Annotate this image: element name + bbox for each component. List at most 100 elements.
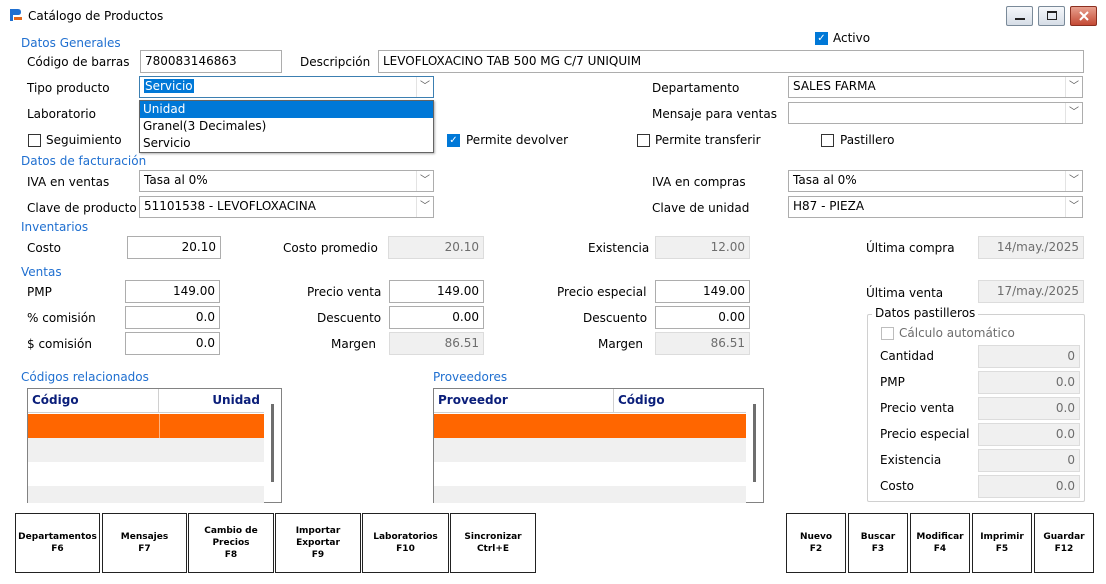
active-checkbox[interactable]: ✓	[815, 32, 828, 45]
button-shortcut: F12	[1054, 544, 1074, 554]
margin1-field: 86.51	[389, 332, 484, 355]
section-sales: Ventas	[21, 265, 62, 279]
column-header-unidad[interactable]: Unidad	[159, 389, 264, 413]
price-change-button[interactable]: Cambio de Precios F8	[188, 513, 274, 573]
product-key-select[interactable]: 51101538 - LEVOFLOXACINA ﹀	[139, 196, 434, 218]
commission-pct-input[interactable]: 0.0	[125, 306, 220, 329]
chevron-down-icon[interactable]: ﹀	[1065, 103, 1082, 123]
print-button[interactable]: Imprimir F5	[972, 513, 1032, 573]
table-row[interactable]	[434, 486, 746, 503]
pmp-label: PMP	[27, 285, 52, 299]
pill-special-price-field: 0.0	[978, 423, 1080, 446]
product-key-label: Clave de producto	[27, 201, 137, 215]
chevron-down-icon[interactable]: ﹀	[1065, 197, 1082, 217]
minimize-button[interactable]	[1006, 6, 1033, 26]
column-header-proveedor[interactable]: Proveedor	[434, 389, 614, 413]
option-servicio[interactable]: Servicio	[140, 135, 433, 152]
maximize-button[interactable]	[1038, 6, 1065, 26]
allow-transfer-checkbox[interactable]	[637, 134, 650, 147]
special-price-input[interactable]: 149.00	[655, 280, 750, 303]
button-label: Sincronizar	[464, 532, 522, 542]
section-suppliers: Proveedores	[433, 370, 508, 384]
sales-message-label: Mensaje para ventas	[652, 107, 777, 121]
discount1-input[interactable]: 0.00	[389, 306, 484, 329]
button-shortcut: F7	[138, 544, 151, 554]
commission-pct-label: % comisión	[27, 311, 96, 325]
button-shortcut: F9	[311, 550, 325, 560]
button-label: Departamentos	[18, 532, 97, 542]
product-type-dropdown[interactable]: Unidad Granel(3 Decimales) Servicio	[139, 100, 434, 153]
last-purchase-label: Última compra	[866, 241, 955, 255]
margin2-label: Margen	[598, 337, 644, 351]
sync-button[interactable]: Sincronizar Ctrl+E	[450, 513, 536, 573]
commission-amt-input[interactable]: 0.0	[125, 332, 220, 355]
auto-calc-checkbox[interactable]	[881, 327, 894, 340]
button-label: Laboratorios	[373, 532, 438, 542]
chevron-down-icon[interactable]: ﹀	[416, 171, 433, 191]
pill-cost-label: Costo	[880, 479, 915, 493]
table-row[interactable]	[28, 438, 264, 462]
save-button[interactable]: Guardar F12	[1034, 513, 1094, 573]
option-granel[interactable]: Granel(3 Decimales)	[140, 118, 433, 135]
chevron-down-icon[interactable]: ﹀	[416, 77, 433, 97]
chevron-down-icon[interactable]: ﹀	[1065, 171, 1082, 191]
column-header-codigo[interactable]: Código	[614, 389, 746, 413]
table-row[interactable]	[28, 462, 264, 486]
pill-cost-field: 0.0	[978, 475, 1080, 498]
sale-price-input[interactable]: 149.00	[389, 280, 484, 303]
pillbox-checkbox[interactable]	[821, 134, 834, 147]
table-row[interactable]	[434, 462, 746, 486]
departments-button[interactable]: Departamentos F6	[15, 513, 100, 573]
iva-purchases-select[interactable]: Tasa al 0% ﹀	[788, 170, 1083, 192]
button-label: Cambio de	[204, 526, 258, 536]
button-label: Modificar	[916, 532, 964, 542]
related-scrollbar[interactable]	[264, 389, 281, 502]
button-label: Imprimir	[980, 532, 1024, 542]
close-button[interactable]	[1070, 6, 1097, 26]
auto-calc-label: Cálculo automático	[899, 326, 1015, 340]
new-button[interactable]: Nuevo F2	[786, 513, 846, 573]
chevron-down-icon[interactable]: ﹀	[1065, 77, 1082, 97]
pill-quantity-field: 0	[978, 345, 1080, 368]
cost-input[interactable]: 20.10	[127, 236, 221, 259]
suppliers-scrollbar[interactable]	[746, 389, 763, 502]
row-divider	[159, 414, 160, 438]
product-type-select[interactable]: Servicio ﹀	[139, 76, 434, 98]
margin2-field: 86.51	[655, 332, 750, 355]
button-label: Nuevo	[799, 532, 833, 542]
option-unidad[interactable]: Unidad	[140, 101, 433, 118]
stock-label: Existencia	[588, 241, 650, 255]
scroll-thumb[interactable]	[271, 404, 274, 482]
allow-return-checkbox[interactable]: ✓	[447, 134, 460, 147]
barcode-input[interactable]: 780083146863	[140, 50, 282, 73]
tracking-checkbox[interactable]	[28, 134, 41, 147]
button-shortcut: F3	[871, 544, 885, 554]
table-row[interactable]	[28, 414, 264, 438]
iva-sales-select[interactable]: Tasa al 0% ﹀	[139, 170, 434, 192]
scroll-thumb[interactable]	[753, 404, 756, 482]
description-input[interactable]: LEVOFLOXACINO TAB 500 MG C/7 UNIQUIM	[378, 50, 1084, 73]
messages-button[interactable]: Mensajes F7	[102, 513, 187, 573]
discount2-input[interactable]: 0.00	[655, 306, 750, 329]
pill-sale-price-label: Precio venta	[880, 401, 955, 415]
last-purchase-field: 14/may./2025	[978, 236, 1084, 259]
special-price-label: Precio especial	[557, 285, 647, 299]
title-bar: Catálogo de Productos	[0, 0, 1106, 30]
department-select[interactable]: SALES FARMA ﹀	[788, 76, 1083, 98]
chevron-down-icon[interactable]: ﹀	[416, 197, 433, 217]
table-row[interactable]	[434, 438, 746, 462]
import-export-button[interactable]: Importar Exportar F9	[275, 513, 361, 573]
product-type-value: Servicio	[144, 79, 194, 93]
pmp-input[interactable]: 149.00	[125, 280, 220, 303]
unit-key-select[interactable]: H87 - PIEZA ﹀	[788, 196, 1083, 218]
button-shortcut: F4	[933, 544, 947, 554]
table-row[interactable]	[28, 486, 264, 503]
modify-button[interactable]: Modificar F4	[910, 513, 970, 573]
suppliers-grid[interactable]: Proveedor Código	[433, 388, 764, 503]
table-row[interactable]	[434, 414, 746, 438]
related-codes-grid[interactable]: Código Unidad	[27, 388, 282, 503]
search-button[interactable]: Buscar F3	[848, 513, 908, 573]
column-header-codigo[interactable]: Código	[28, 389, 159, 413]
sales-message-select[interactable]: ﹀	[788, 102, 1083, 124]
laboratories-button[interactable]: Laboratorios F10	[362, 513, 449, 573]
